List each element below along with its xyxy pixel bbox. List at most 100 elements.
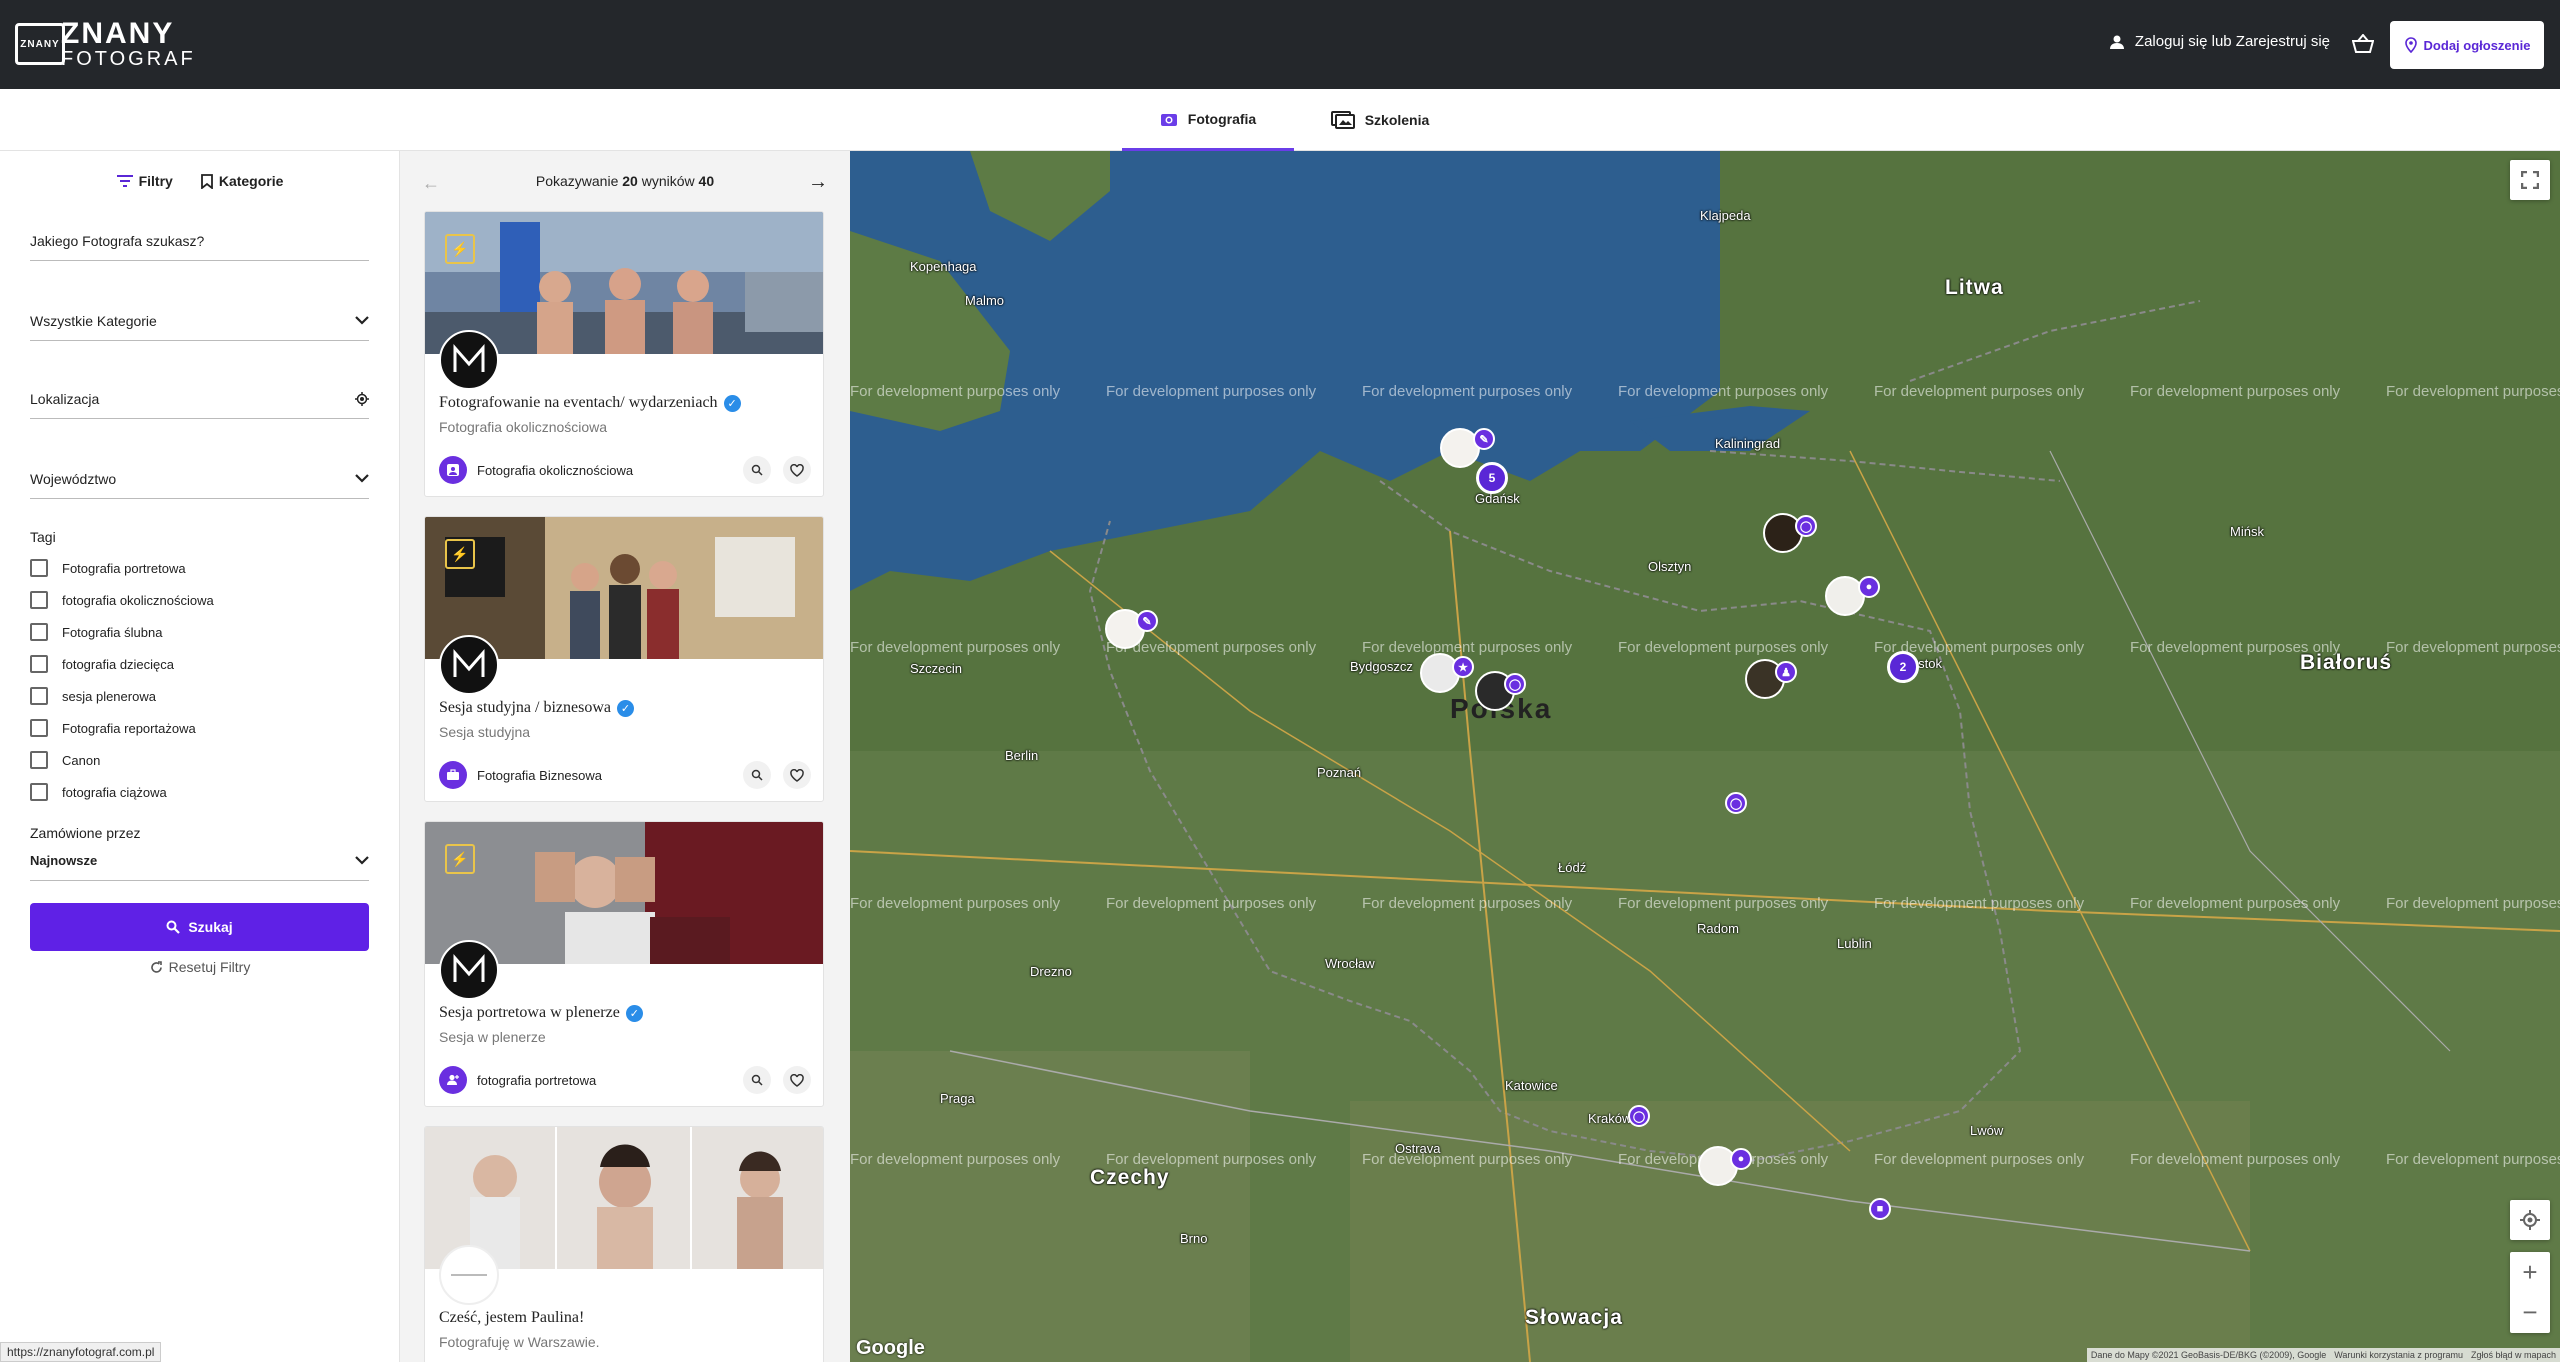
dev-watermark: For development purposes only — [1874, 383, 2085, 400]
tag-checkbox-row[interactable]: sesja plenerowa — [30, 687, 156, 705]
listing-title[interactable]: Cześć, jestem Paulina! — [439, 1309, 584, 1327]
search-icon — [751, 1074, 763, 1086]
tag-checkbox-row[interactable]: Fotografia portretowa — [30, 559, 186, 577]
portrait-user-icon — [439, 1066, 467, 1094]
listing-title[interactable]: Sesja studyjna / biznesowa ✓ — [439, 699, 634, 717]
search-icon — [166, 920, 181, 934]
checkbox[interactable] — [30, 687, 48, 705]
checkbox[interactable] — [30, 623, 48, 641]
heart-icon — [790, 768, 804, 782]
fullscreen-button[interactable] — [2510, 160, 2550, 200]
search-input[interactable]: Jakiego Fotografa szukasz? — [30, 221, 369, 261]
voivodeship-select[interactable]: Województwo — [30, 459, 369, 499]
favorite-button[interactable] — [783, 456, 811, 484]
zoom-in-button[interactable] — [743, 1066, 771, 1094]
checkbox[interactable] — [30, 719, 48, 737]
prev-page-arrow-icon[interactable]: ← — [422, 173, 440, 194]
tab-fotografia[interactable]: Fotografia — [1122, 89, 1294, 151]
refresh-icon — [150, 960, 162, 973]
order-select[interactable]: Najnowsze — [30, 841, 369, 881]
checkbox[interactable] — [30, 559, 48, 577]
listing-card[interactable]: ⚡ Fotografowanie na eventach/ wydarzenia… — [424, 211, 824, 497]
avatar[interactable] — [439, 1245, 499, 1305]
checkbox[interactable] — [30, 591, 48, 609]
child-pin-icon[interactable]: ★ — [1452, 656, 1474, 678]
categories-label: Kategorie — [218, 173, 284, 189]
tag-checkbox-row[interactable]: fotografia ciążowa — [30, 783, 167, 801]
zoom-out-icon[interactable]: − — [2510, 1292, 2550, 1332]
listing-title[interactable]: Sesja portretowa w plenerze ✓ — [439, 1004, 643, 1022]
tag-checkbox-row[interactable]: fotografia okolicznościowa — [30, 591, 214, 609]
location-input[interactable]: Lokalizacja — [30, 379, 369, 419]
checkbox[interactable] — [30, 783, 48, 801]
fullscreen-icon — [2521, 171, 2539, 189]
tag-label: fotografia okolicznościowa — [62, 592, 214, 608]
terms-link[interactable]: Warunki korzystania z programu — [2334, 1350, 2463, 1360]
tag-label: Fotografia ślubna — [62, 624, 163, 640]
map-label-city: Kopenhaga — [910, 259, 977, 274]
checkbox[interactable] — [30, 655, 48, 673]
tag-checkbox-row[interactable]: fotografia dziecięca — [30, 655, 174, 673]
ring-pin-icon[interactable]: ◯ — [1795, 515, 1817, 537]
zoom-in-button[interactable] — [743, 761, 771, 789]
photo-gallery-icon — [1330, 111, 1355, 129]
map-cluster[interactable]: 5 — [1476, 462, 1508, 494]
brush-pin-icon[interactable]: ✎ — [1473, 428, 1495, 450]
favorite-button[interactable] — [783, 761, 811, 789]
categories-toggle[interactable]: Kategorie — [200, 173, 284, 189]
dev-watermark: For development purposes only — [2130, 383, 2341, 400]
google-logo[interactable]: Google — [856, 1337, 925, 1360]
tag-checkbox-row[interactable]: Canon — [30, 751, 100, 769]
map-cluster[interactable]: 2 — [1887, 651, 1919, 683]
tag-checkbox-row[interactable]: Fotografia reportażowa — [30, 719, 196, 737]
category-select[interactable]: Wszystkie Kategorie — [30, 301, 369, 341]
ad-pin-icon[interactable]: ■ — [1869, 1198, 1891, 1220]
filter-sidebar: Filtry Kategorie Jakiego Fotografa szuka… — [0, 151, 400, 1362]
ring-pin-icon[interactable]: ◯ — [1628, 1105, 1650, 1127]
tag-label: Canon — [62, 752, 101, 768]
listing-photo[interactable] — [425, 212, 824, 354]
my-location-button[interactable] — [2510, 1200, 2550, 1240]
chevron-down-icon — [355, 316, 369, 325]
listing-photo[interactable] — [425, 517, 824, 659]
avatar[interactable] — [439, 330, 499, 390]
logo-text-line2: FOTOGRAF — [61, 48, 196, 70]
listing-photo[interactable] — [425, 1127, 824, 1269]
reset-filters-link[interactable]: Resetuj Filtry — [0, 959, 400, 975]
zoom-in-button[interactable] — [743, 456, 771, 484]
next-page-arrow-icon[interactable]: → — [808, 171, 828, 194]
family-pin-icon[interactable]: ♟ — [1775, 661, 1797, 683]
tab-szkolenia[interactable]: Szkolenia — [1294, 89, 1466, 151]
add-listing-button[interactable]: Dodaj ogłoszenie — [2390, 21, 2544, 69]
dev-watermark: For development purposes only — [1362, 639, 1573, 656]
listing-title[interactable]: Fotografowanie na eventach/ wydarzeniach… — [439, 394, 741, 412]
locate-icon[interactable] — [355, 391, 369, 406]
listing-card[interactable]: ⚡ Sesja portretowa w plenerze ✓ Sesja w p… — [424, 821, 824, 1107]
listing-category: fotografia portretowa — [477, 1072, 597, 1088]
map-label-city: Gdańsk — [1475, 491, 1520, 506]
listing-photo[interactable] — [425, 822, 824, 964]
zoom-in-icon[interactable]: + — [2510, 1252, 2550, 1292]
report-error-link[interactable]: Zgłoś błąd w mapach — [2471, 1350, 2556, 1360]
avatar[interactable] — [439, 635, 499, 695]
search-button[interactable]: Szukaj — [30, 903, 369, 951]
portrait-pin-icon[interactable]: ● — [1858, 576, 1880, 598]
avatar[interactable] — [439, 940, 499, 1000]
basket-icon[interactable] — [2352, 34, 2374, 54]
listing-card[interactable]: Cześć, jestem Paulina! Fotografuję w War… — [424, 1126, 824, 1362]
favorite-button[interactable] — [783, 1066, 811, 1094]
bolt-icon: ⚡ — [445, 234, 475, 264]
results-map[interactable]: For development purposes only For develo… — [850, 151, 2560, 1362]
ring-pin-icon[interactable]: ◯ — [1504, 673, 1526, 695]
tag-checkbox-row[interactable]: Fotografia ślubna — [30, 623, 162, 641]
login-link[interactable]: Zaloguj się lub Zarejestruj się — [2109, 33, 2330, 50]
ring-pin-icon[interactable]: ◯ — [1725, 792, 1747, 814]
listing-card[interactable]: ⚡ Sesja studyjna / biznesowa ✓ Sesja stud… — [424, 516, 824, 802]
filters-toggle[interactable]: Filtry — [116, 173, 173, 189]
dev-watermark: For development purposes only — [2386, 383, 2560, 400]
brush-pin-icon[interactable]: ✎ — [1136, 610, 1158, 632]
portrait-pin-icon[interactable]: ● — [1730, 1148, 1752, 1170]
checkbox[interactable] — [30, 751, 48, 769]
reset-filters-label: Resetuj Filtry — [168, 959, 251, 975]
site-logo[interactable]: ZNANY ZNANY FOTOGRAF — [15, 19, 196, 70]
